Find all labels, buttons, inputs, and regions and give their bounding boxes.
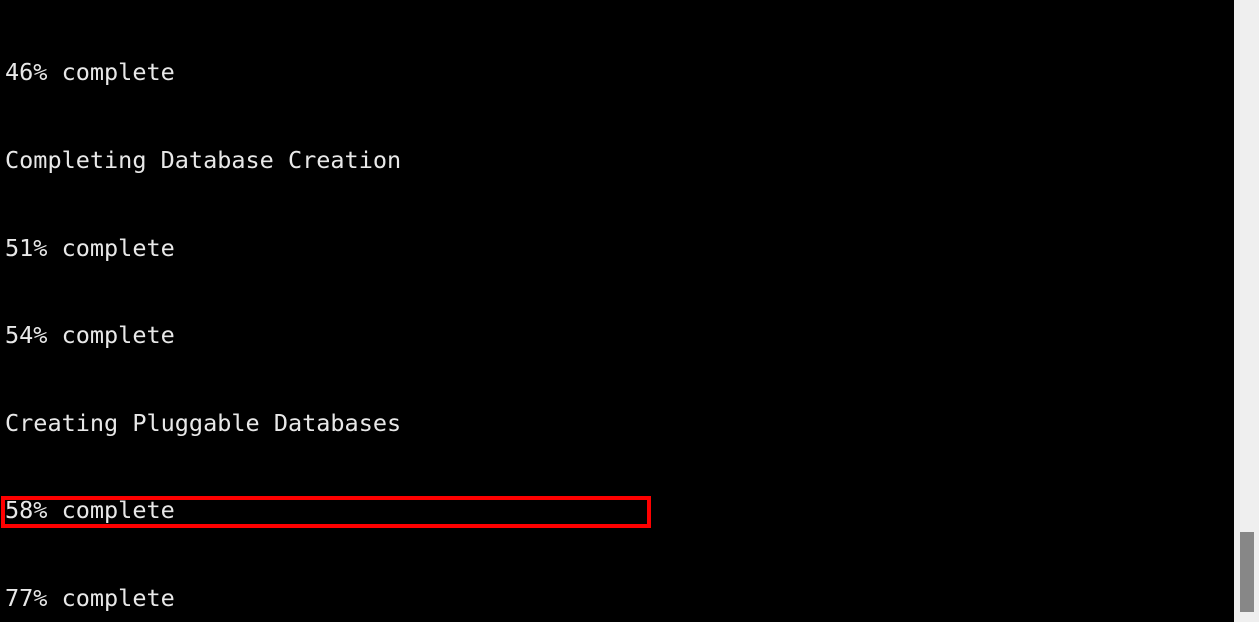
scrollbar-track[interactable] (1234, 0, 1259, 622)
terminal-line: 77% complete (5, 583, 175, 612)
terminal-line: 46% complete (5, 58, 175, 87)
terminal-line: 58% complete (5, 496, 175, 525)
terminal-line: 51% complete (5, 233, 175, 262)
terminal-line: Creating Pluggable Databases (5, 408, 402, 437)
terminal-screen[interactable]: 46% complete Completing Database Creatio… (0, 0, 1234, 622)
scrollbar-thumb[interactable] (1240, 532, 1254, 612)
terminal-window: 46% complete Completing Database Creatio… (0, 0, 1259, 622)
terminal-line: Completing Database Creation (5, 146, 402, 174)
terminal-line: 54% complete (5, 321, 175, 350)
terminal-output: 46% complete Completing Database Creatio… (5, 0, 1234, 622)
